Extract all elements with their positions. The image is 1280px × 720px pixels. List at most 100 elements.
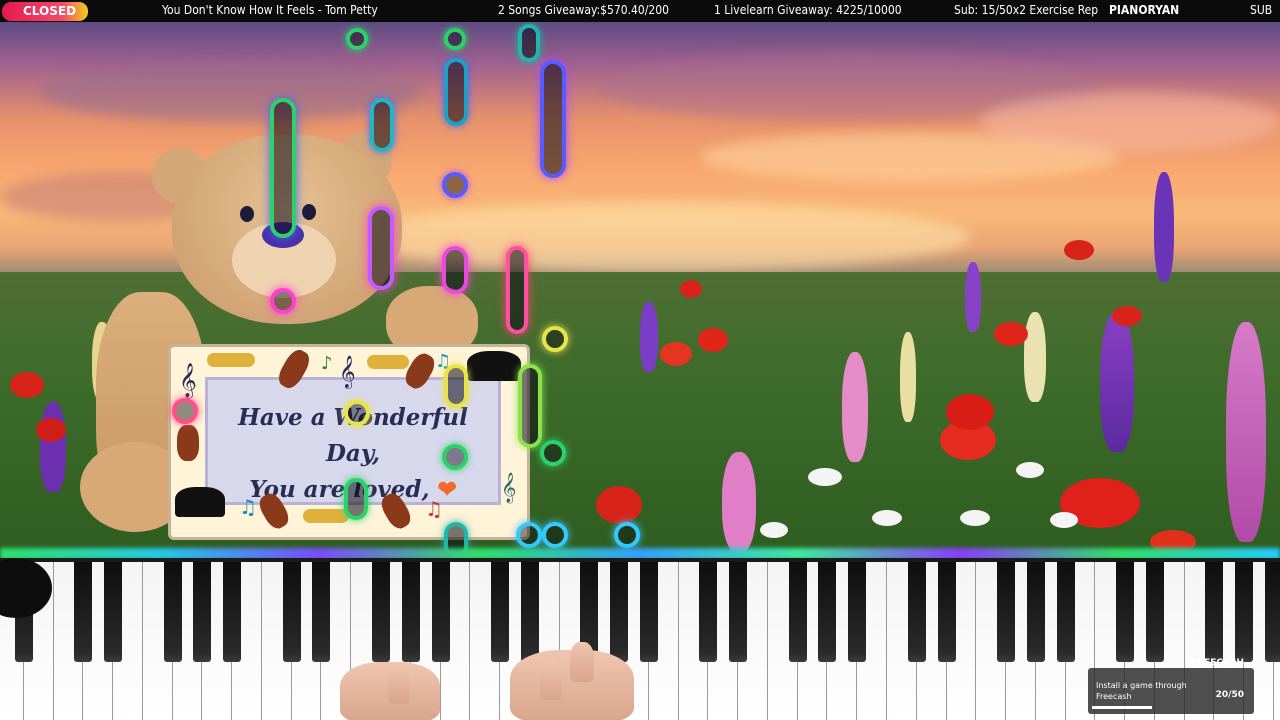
lupine-flower bbox=[640, 302, 658, 372]
falling-note bbox=[346, 28, 368, 50]
left-hand-finger bbox=[388, 664, 410, 704]
black-key bbox=[1265, 562, 1280, 662]
falling-note bbox=[542, 522, 568, 548]
falling-note bbox=[442, 444, 468, 470]
daisy-flower bbox=[872, 510, 902, 526]
black-key bbox=[1235, 562, 1254, 662]
falling-note bbox=[442, 246, 468, 294]
falling-note bbox=[518, 364, 542, 448]
falling-note bbox=[172, 398, 198, 424]
trumpet-icon bbox=[207, 353, 255, 367]
poppy-flower bbox=[660, 342, 692, 366]
status-badge-label: CLOSED bbox=[23, 4, 77, 18]
sub-label: SUB bbox=[1250, 3, 1273, 17]
violin-icon bbox=[177, 425, 199, 461]
treble-clef-icon: 𝄞 bbox=[501, 473, 517, 503]
black-key bbox=[104, 562, 123, 662]
livelearn-giveaway-counter: 1 Livelearn Giveaway: 4225/10000 bbox=[714, 3, 902, 17]
poppy-flower bbox=[698, 328, 728, 352]
freecash-progress-bar bbox=[1092, 706, 1152, 709]
trumpet-icon bbox=[303, 509, 349, 523]
black-key bbox=[431, 562, 450, 662]
black-key bbox=[639, 562, 658, 662]
black-key bbox=[163, 562, 182, 662]
falling-note bbox=[516, 522, 542, 548]
lupine-flower bbox=[1154, 172, 1174, 282]
grand-piano-icon bbox=[175, 487, 225, 517]
trumpet-icon bbox=[367, 355, 409, 369]
falling-note bbox=[506, 246, 528, 334]
black-key bbox=[699, 562, 718, 662]
falling-note bbox=[368, 206, 394, 290]
falling-note bbox=[444, 58, 468, 126]
black-key bbox=[282, 562, 301, 662]
falling-note bbox=[614, 522, 640, 548]
falling-note bbox=[442, 172, 468, 198]
black-key bbox=[491, 562, 510, 662]
black-key bbox=[729, 562, 748, 662]
treble-clef-icon: 𝄞 bbox=[339, 355, 356, 388]
black-key bbox=[937, 562, 956, 662]
music-note-icon: ♫ bbox=[425, 497, 443, 521]
falling-note bbox=[344, 400, 370, 426]
poppy-flower bbox=[680, 280, 702, 298]
black-key bbox=[401, 562, 420, 662]
lupine-flower bbox=[965, 262, 981, 332]
music-note-icon: ♫ bbox=[239, 495, 257, 519]
background-scene: Have a Wonderful Day, You are loved, ❤ 𝄞… bbox=[0, 22, 1280, 558]
black-key bbox=[818, 562, 837, 662]
right-hand-finger bbox=[570, 642, 594, 682]
daisy-flower bbox=[808, 468, 842, 486]
sub-goal-counter: Sub: 15/50x2 Exercise Rep bbox=[954, 3, 1099, 17]
songs-giveaway-counter: 2 Songs Giveaway:$570.40/200 bbox=[498, 3, 669, 17]
daisy-flower bbox=[1050, 512, 1078, 528]
black-key bbox=[848, 562, 867, 662]
black-key bbox=[520, 562, 539, 662]
freecash-message: Install a game through Freecash bbox=[1096, 681, 1187, 701]
black-key bbox=[74, 562, 93, 662]
freecash-brand: FREECASH bbox=[1191, 658, 1244, 668]
poppy-flower bbox=[1064, 240, 1094, 260]
channel-name: PIANORYAN bbox=[1109, 3, 1180, 17]
black-key bbox=[1205, 562, 1224, 662]
lupine-flower bbox=[722, 452, 756, 552]
black-key bbox=[1026, 562, 1045, 662]
black-key bbox=[610, 562, 629, 662]
lupine-flower bbox=[1024, 312, 1046, 402]
falling-note bbox=[270, 98, 296, 238]
bear-eye bbox=[240, 206, 254, 222]
falling-note bbox=[518, 24, 540, 62]
black-key bbox=[1056, 562, 1075, 662]
falling-note bbox=[542, 326, 568, 352]
black-key bbox=[371, 562, 390, 662]
black-key bbox=[1116, 562, 1135, 662]
freecash-progress-text: 20/50 bbox=[1215, 690, 1244, 700]
falling-note bbox=[270, 288, 296, 314]
lupine-flower bbox=[842, 352, 868, 462]
falling-note bbox=[444, 28, 466, 50]
poppy-flower bbox=[10, 372, 44, 398]
falling-note bbox=[540, 440, 566, 466]
bear-eye bbox=[302, 204, 316, 220]
black-key bbox=[223, 562, 242, 662]
lupine-flower bbox=[900, 332, 916, 422]
lupine-flower bbox=[1100, 312, 1134, 452]
treble-clef-icon: 𝄞 bbox=[179, 363, 197, 398]
freecash-overlay[interactable]: FREECASH Install a game through Freecash… bbox=[1088, 658, 1254, 714]
music-note-icon: ♪ bbox=[321, 353, 333, 374]
poppy-flower bbox=[596, 486, 642, 524]
status-badge: CLOSED bbox=[2, 2, 88, 21]
black-key bbox=[788, 562, 807, 662]
poppy-flower bbox=[994, 322, 1028, 346]
daisy-flower bbox=[760, 522, 788, 538]
falling-note bbox=[370, 98, 394, 152]
lupine-flower bbox=[1226, 322, 1266, 542]
cloud bbox=[40, 62, 420, 122]
grand-piano-icon bbox=[467, 351, 521, 381]
falling-note bbox=[344, 478, 368, 520]
daisy-flower bbox=[960, 510, 990, 526]
black-key bbox=[193, 562, 212, 662]
black-key bbox=[312, 562, 331, 662]
falling-note bbox=[444, 364, 468, 408]
poppy-flower bbox=[946, 394, 994, 430]
